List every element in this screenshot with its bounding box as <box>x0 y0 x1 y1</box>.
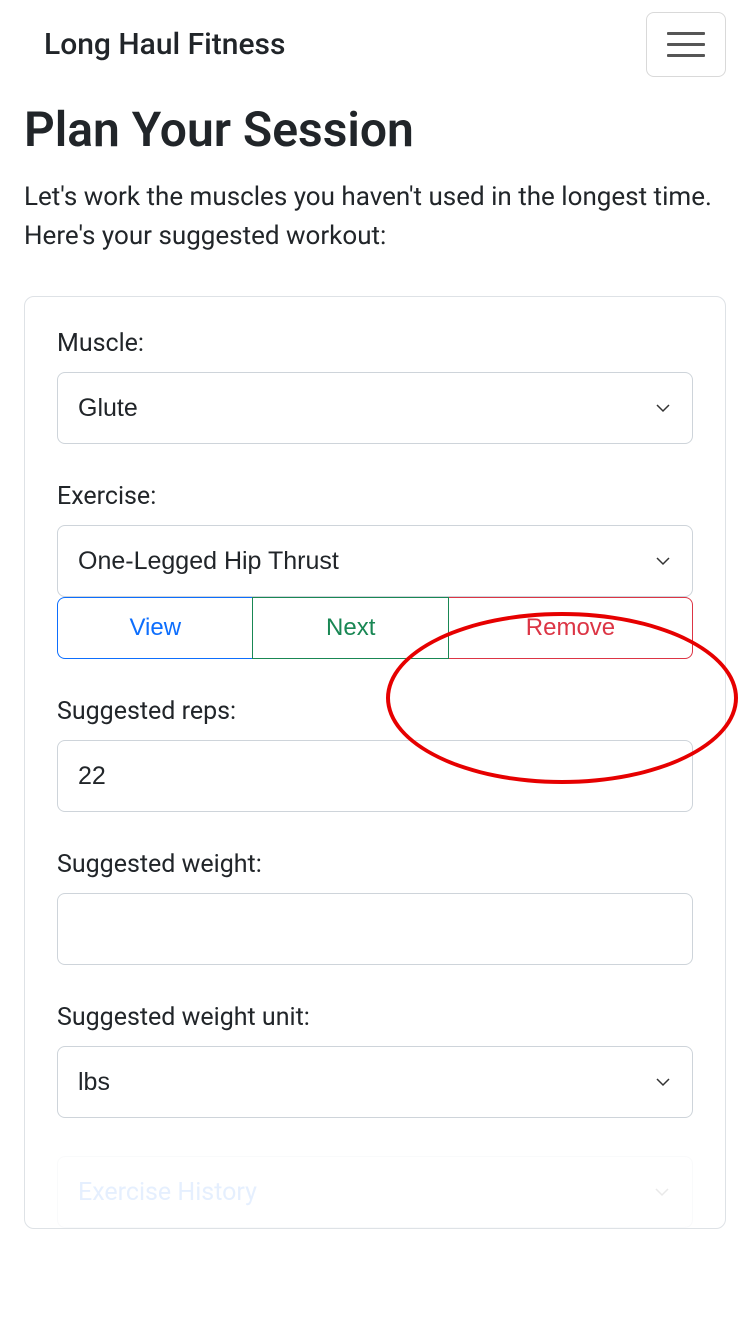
navbar-brand[interactable]: Long Haul Fitness <box>24 27 285 62</box>
muscle-label: Muscle: <box>57 329 693 358</box>
reps-label: Suggested reps: <box>57 697 693 726</box>
next-button[interactable]: Next <box>252 597 448 659</box>
exercise-label: Exercise: <box>57 482 693 511</box>
exercise-select[interactable]: One-Legged Hip Thrust <box>57 525 693 597</box>
remove-button[interactable]: Remove <box>449 597 693 659</box>
exercise-button-group: View Next Remove <box>57 597 693 659</box>
page-title: Plan Your Session <box>24 101 726 158</box>
view-button[interactable]: View <box>57 597 252 659</box>
exercise-history-label: Exercise History <box>78 1178 257 1207</box>
unit-label: Suggested weight unit: <box>57 1003 693 1032</box>
muscle-select[interactable]: Glute <box>57 372 693 444</box>
weight-label: Suggested weight: <box>57 850 693 879</box>
chevron-down-icon <box>654 1184 670 1200</box>
page-subtitle: Let's work the muscles you haven't used … <box>24 178 726 256</box>
exercise-history-accordion[interactable]: Exercise History <box>57 1156 693 1228</box>
reps-input[interactable] <box>57 740 693 812</box>
navbar-toggle-button[interactable] <box>646 12 726 77</box>
hamburger-icon <box>667 32 705 57</box>
weight-input[interactable] <box>57 893 693 965</box>
main-container: Plan Your Session Let's work the muscles… <box>0 101 750 1229</box>
navbar: Long Haul Fitness <box>0 0 750 89</box>
session-card: Muscle: Glute Exercise: One-Legged Hip T… <box>24 296 726 1229</box>
unit-select[interactable]: lbs <box>57 1046 693 1118</box>
